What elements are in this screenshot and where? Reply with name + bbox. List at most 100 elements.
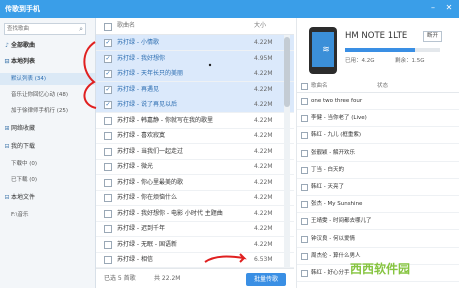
sidebar-item-downloading[interactable]: 下载中 (0) — [0, 158, 95, 170]
row-checkbox[interactable] — [104, 163, 112, 171]
song-title: 苏打绿 - 天年长只的美丽 — [117, 70, 183, 77]
song-row[interactable]: 苏打绿 - 我好想你 - 电影 小时代 主题曲 4.22M — [96, 206, 294, 222]
storage-text: 已用：4.2G 剩余：1.5G — [345, 56, 425, 64]
window-title: 传歌到手机 — [5, 5, 40, 13]
device-song-row[interactable]: 丁当 - 白天的 — [297, 162, 459, 179]
wifi-icon: ≋ — [322, 45, 330, 55]
device-row-checkbox[interactable] — [301, 252, 308, 260]
song-title: 苏打绿 - 我好想你 - 电影 小时代 主题曲 — [117, 209, 223, 217]
row-checkbox[interactable] — [104, 147, 112, 156]
row-checkbox[interactable] — [104, 132, 112, 140]
song-list-panel: 歌曲名 大小 ✓ 苏打绿 - 小情歌 4.22M ✓ 苏打绿 - 我好想你 4.95M ✓ 苏… — [96, 18, 294, 288]
song-size: 6.53M — [254, 256, 273, 263]
sidebar-item-playlist-phone[interactable]: 加于徐律师手机行 (25) — [0, 105, 95, 117]
row-checkbox[interactable] — [104, 256, 112, 264]
close-button[interactable]: ✕ — [443, 2, 455, 14]
row-checkbox[interactable]: ✓ — [104, 70, 112, 78]
song-size: 4.22M — [254, 132, 273, 139]
song-row[interactable]: 苏打绿 - 喜欢寂寞 4.22M — [96, 128, 294, 144]
device-column-status: 状态 — [377, 83, 389, 89]
minimize-button[interactable]: – — [427, 2, 439, 14]
device-song-row[interactable]: 张杰 - My Sunshine — [297, 196, 459, 214]
sidebar-item-default-list[interactable]: 默认列表 (34) — [0, 73, 95, 85]
song-row[interactable]: 苏打绿 - 你在烦恼什么 4.22M — [96, 190, 294, 206]
device-list-header: 歌曲名 状态 — [297, 80, 459, 93]
device-song-title: 钟汉良 - 何以爱情 — [311, 235, 355, 242]
row-checkbox[interactable]: ✓ — [104, 54, 112, 63]
search-icon[interactable]: ⌕ — [79, 25, 83, 33]
song-title: 苏打绿 - 小情歌 — [117, 39, 159, 46]
batch-transfer-button[interactable]: 批量传歌 — [246, 273, 286, 286]
row-checkbox[interactable] — [104, 178, 112, 187]
row-checkbox[interactable] — [104, 225, 112, 233]
song-row[interactable]: 苏打绿 - 迟到千年 4.22M — [96, 221, 294, 237]
row-checkbox[interactable] — [104, 240, 112, 249]
sidebar-item-all-songs[interactable]: ♪ 全部歌曲 — [0, 40, 95, 52]
sidebar-item-local-files[interactable]: ⊟本地文件 — [0, 192, 95, 204]
search-input[interactable] — [5, 24, 75, 34]
device-row-checkbox[interactable] — [301, 98, 308, 105]
song-row[interactable]: 苏打绿 - 微光 4.22M — [96, 159, 294, 175]
song-row[interactable]: 苏打绿 - 当我们一起走过 4.22M — [96, 144, 294, 160]
song-row[interactable]: ✓ 苏打绿 - 我好想你 4.95M — [96, 50, 294, 67]
sidebar-item-network-favorites[interactable]: ⊞网络收藏 — [0, 123, 95, 135]
storage-free: 剩余：1.5G — [395, 58, 425, 64]
device-row-checkbox[interactable] — [301, 149, 308, 157]
song-title: 苏打绿 - 我好想你 — [117, 54, 165, 62]
device-row-checkbox[interactable] — [301, 115, 308, 123]
song-row[interactable]: 苏打绿 - 相信 6.53M — [96, 252, 294, 268]
device-song-row[interactable]: one two three four — [297, 93, 459, 110]
device-row-checkbox[interactable] — [301, 132, 308, 140]
sidebar-item-downloaded[interactable]: 已下载 (0) — [0, 174, 95, 186]
song-title: 苏打绿 - 微光 — [117, 163, 153, 170]
song-size: 4.22M — [254, 116, 273, 124]
title-bar: 传歌到手机 – ✕ — [0, 0, 459, 18]
device-song-title: 张杰 - My Sunshine — [311, 201, 363, 208]
song-size: 4.22M — [254, 240, 273, 248]
song-row[interactable]: ✓ 苏打绿 - 天年长只的美丽 4.22M — [96, 66, 294, 82]
device-select-all-checkbox[interactable] — [301, 83, 308, 90]
device-song-row[interactable]: 张靓颖 - 解开欢乐 — [297, 145, 459, 162]
song-title: 苏打绿 - 无眠 - 国语新 — [117, 240, 177, 248]
search-box: ⌕ — [4, 23, 86, 35]
song-size: 4.22M — [254, 178, 273, 186]
song-list-scrollbar[interactable] — [284, 35, 290, 268]
device-song-row[interactable]: 王靖雯 - 时间都去哪儿了 — [297, 213, 459, 231]
row-checkbox[interactable]: ✓ — [104, 85, 112, 94]
row-checkbox[interactable] — [104, 209, 112, 218]
disconnect-button[interactable]: 断开 — [423, 31, 442, 42]
song-list-header: 歌曲名 大小 — [96, 18, 294, 35]
device-row-checkbox[interactable] — [301, 270, 308, 277]
sidebar-item-folder-music[interactable]: F:\音乐 — [0, 209, 95, 221]
selected-count: 已选 5 首歌 — [104, 275, 136, 282]
device-row-checkbox[interactable] — [301, 201, 308, 209]
device-song-row[interactable]: 李健 - 当你老了 (Live) — [297, 110, 459, 128]
sidebar-item-my-downloads[interactable]: ⊟我的下载 — [0, 141, 95, 153]
row-checkbox[interactable]: ✓ — [104, 39, 112, 47]
song-title: 苏打绿 - 当我们一起走过 — [117, 147, 183, 155]
song-row[interactable]: 苏打绿 - 韩嘉静 - 你就写在我的歌里 4.22M — [96, 113, 294, 129]
device-song-title: 韩红 - 好心分手 — [311, 270, 350, 276]
device-song-title: 王靖雯 - 时间都去哪儿了 — [311, 218, 372, 225]
song-row[interactable]: ✓ 苏打绿 - 小情歌 4.22M — [96, 35, 294, 51]
device-song-row[interactable]: 钟汉良 - 何以爱情 — [297, 231, 459, 248]
song-row[interactable]: 苏打绿 - 你心里最美的歌 4.22M — [96, 175, 294, 191]
song-title: 苏打绿 - 韩嘉静 - 你就写在我的歌里 — [117, 116, 213, 124]
sidebar-item-local-lists[interactable]: ⊟本地列表 — [0, 56, 95, 68]
row-checkbox[interactable] — [104, 194, 112, 202]
device-song-row[interactable]: 韩红 - 天亮了 — [297, 179, 459, 196]
device-panel: ≋ HM NOTE 1LTE 断开 已用：4.2G 剩余：1.5G 歌曲名 状态… — [296, 18, 459, 288]
song-row[interactable]: 苏打绿 - 无眠 - 国语新 4.22M — [96, 237, 294, 253]
device-row-checkbox[interactable] — [301, 184, 308, 191]
device-row-checkbox[interactable] — [301, 218, 308, 226]
song-row[interactable]: ✓ 苏打绿 - 再遇见 4.22M — [96, 81, 294, 98]
device-row-checkbox[interactable] — [301, 235, 308, 243]
select-all-checkbox[interactable] — [104, 23, 112, 31]
row-checkbox[interactable]: ✓ — [104, 101, 112, 109]
device-song-row[interactable]: 韩红 - 九儿 (框重紫) — [297, 127, 459, 145]
row-checkbox[interactable] — [104, 116, 112, 125]
device-row-checkbox[interactable] — [301, 166, 308, 174]
scrollbar-thumb[interactable] — [284, 37, 290, 107]
sidebar-item-playlist-memories[interactable]: 音乐让你回忆心动 (48) — [0, 89, 95, 101]
song-row[interactable]: ✓ 苏打绿 - 说了再见以后 4.22M — [96, 97, 294, 113]
